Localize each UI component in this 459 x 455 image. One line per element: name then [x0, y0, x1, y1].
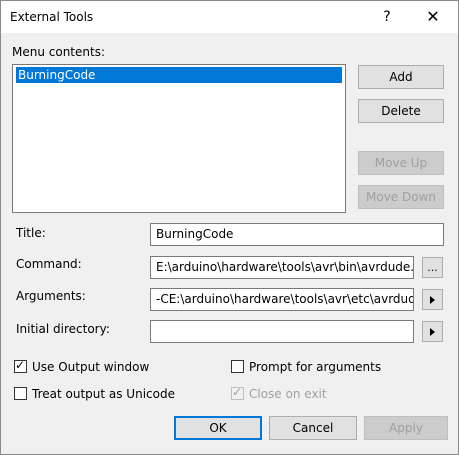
external-tools-dialog: External Tools ? ✕ Menu contents: Burnin… [0, 0, 459, 455]
prompt-for-arguments-checkbox[interactable] [231, 360, 244, 373]
initial-directory-menu-button[interactable] [422, 321, 443, 342]
prompt-for-arguments-label[interactable]: Prompt for arguments [249, 360, 381, 374]
menu-contents-label: Menu contents: [12, 45, 105, 59]
arrow-right-icon [430, 296, 435, 304]
title-input[interactable]: BurningCode [150, 223, 444, 246]
apply-button[interactable]: Apply [364, 416, 448, 440]
move-up-button[interactable]: Move Up [358, 151, 444, 175]
browse-command-button[interactable]: ... [422, 257, 443, 278]
title-bar[interactable]: External Tools ? ✕ [1, 1, 458, 33]
treat-output-as-unicode-label[interactable]: Treat output as Unicode [32, 387, 175, 401]
list-item[interactable]: BurningCode [16, 67, 342, 83]
use-output-window-checkbox[interactable] [14, 358, 27, 373]
title-label: Title: [16, 226, 46, 240]
use-output-window-label[interactable]: Use Output window [32, 360, 149, 374]
delete-button[interactable]: Delete [358, 99, 444, 123]
command-input[interactable]: E:\arduino\hardware\tools\avr\bin\avrdud… [150, 256, 414, 279]
arguments-label: Arguments: [16, 289, 86, 303]
initial-directory-label: Initial directory: [16, 322, 110, 336]
help-icon[interactable]: ? [373, 5, 401, 29]
move-down-button[interactable]: Move Down [358, 185, 444, 209]
arguments-input[interactable]: -CE:\arduino\hardware\tools\avr\etc\avrd… [150, 288, 414, 311]
close-icon[interactable]: ✕ [419, 5, 447, 29]
window-title: External Tools [10, 10, 94, 24]
add-button[interactable]: Add [358, 65, 444, 89]
treat-output-as-unicode-checkbox[interactable] [14, 387, 27, 400]
arguments-menu-button[interactable] [422, 289, 443, 310]
menu-contents-list[interactable]: BurningCode [12, 64, 346, 213]
command-label: Command: [16, 257, 82, 271]
cancel-button[interactable]: Cancel [269, 416, 357, 440]
initial-directory-input[interactable] [150, 320, 414, 343]
close-on-exit-label[interactable]: Close on exit [249, 387, 327, 401]
ok-button[interactable]: OK [174, 416, 262, 440]
arrow-right-icon [430, 328, 435, 336]
close-on-exit-checkbox[interactable] [231, 385, 244, 400]
